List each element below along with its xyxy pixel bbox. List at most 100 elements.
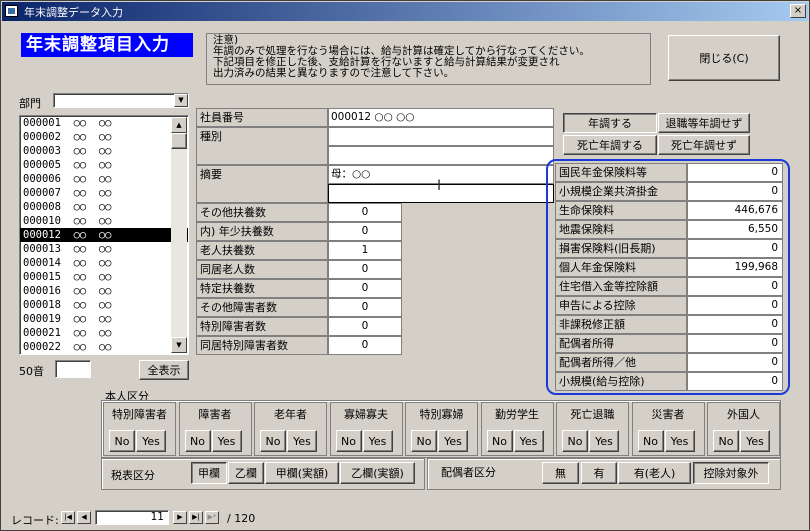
dependent-value[interactable]: 1: [328, 241, 402, 260]
last-record-icon[interactable]: ▶|: [189, 511, 203, 524]
no-button[interactable]: No: [335, 430, 362, 452]
no-button[interactable]: No: [486, 430, 513, 452]
dependent-label: その他扶養数: [196, 203, 328, 222]
deduction-value[interactable]: 0: [687, 315, 783, 334]
yes-button[interactable]: Yes: [438, 430, 468, 452]
employee-list-item[interactable]: 000022 ○○ ○○: [20, 340, 188, 354]
dependent-value[interactable]: 0: [328, 317, 402, 336]
spouse-option-button[interactable]: 無: [542, 462, 579, 484]
kana-input[interactable]: [55, 360, 91, 378]
close-button[interactable]: 閉じる(C): [668, 35, 780, 81]
dependent-value[interactable]: 0: [328, 203, 402, 222]
employee-list-item[interactable]: 000002 ○○ ○○: [20, 130, 188, 144]
deduction-value[interactable]: 0: [687, 353, 783, 372]
dependent-value[interactable]: 0: [328, 298, 402, 317]
no-button[interactable]: No: [637, 430, 664, 452]
employee-list-item[interactable]: 000013 ○○ ○○: [20, 242, 188, 256]
employee-list-item[interactable]: 000014 ○○ ○○: [20, 256, 188, 270]
death-adjust-label: 死亡年調する: [577, 138, 643, 152]
no-button[interactable]: No: [260, 430, 286, 452]
tax-option-button[interactable]: 乙欄(実額): [340, 462, 415, 484]
retire-no-adjust-label: 退職等年調せず: [665, 116, 743, 130]
deduction-value[interactable]: 0: [687, 277, 783, 296]
dependent-value[interactable]: 0: [328, 279, 402, 298]
list-scrollbar[interactable]: ▲ ▼: [171, 117, 187, 353]
personal-category-box: 老年者 No Yes: [254, 402, 327, 456]
title-bar: 年末調整データ入力 ×: [2, 2, 808, 21]
no-button[interactable]: No: [562, 430, 588, 452]
deduction-value[interactable]: 0: [687, 296, 783, 315]
employee-list-item[interactable]: 000019 ○○ ○○: [20, 312, 188, 326]
next-record-icon[interactable]: ▶: [173, 511, 187, 524]
employee-list-item[interactable]: 000018 ○○ ○○: [20, 298, 188, 312]
scroll-thumb[interactable]: [171, 133, 187, 149]
dependent-value[interactable]: 0: [328, 260, 402, 279]
record-number-input[interactable]: 11: [95, 510, 169, 525]
yes-button[interactable]: Yes: [664, 430, 695, 452]
close-button-label: 閉じる(C): [699, 51, 749, 65]
deduction-value[interactable]: 446,676: [687, 201, 783, 220]
tax-option-button[interactable]: 甲欄(実額): [265, 462, 339, 484]
personal-category-label: 勤労学生: [495, 408, 539, 421]
yes-button[interactable]: Yes: [287, 430, 317, 452]
employee-list-item[interactable]: 000005 ○○ ○○: [20, 158, 188, 172]
employee-list-item[interactable]: 000015 ○○ ○○: [20, 270, 188, 284]
employee-list[interactable]: 000001 ○○ ○○ 000002 ○○ ○○ 000003 ○○ ○○ 0000…: [19, 115, 189, 355]
yes-button[interactable]: Yes: [589, 430, 619, 452]
deduction-value[interactable]: 0: [687, 163, 783, 182]
window-close-button[interactable]: ×: [790, 4, 806, 18]
scroll-up-icon[interactable]: ▲: [171, 117, 187, 133]
yes-button[interactable]: Yes: [211, 430, 242, 452]
no-button[interactable]: No: [411, 430, 437, 452]
death-no-adjust-button[interactable]: 死亡年調せず: [658, 135, 750, 155]
employee-list-item[interactable]: 000003 ○○ ○○: [20, 144, 188, 158]
employee-no-field[interactable]: 000012 ○○ ○○: [328, 108, 554, 127]
chevron-down-icon[interactable]: ▼: [174, 94, 188, 107]
no-button[interactable]: No: [184, 430, 211, 452]
yes-button[interactable]: Yes: [362, 430, 393, 452]
deduction-value[interactable]: 0: [687, 372, 783, 391]
employee-list-item[interactable]: 000008 ○○ ○○: [20, 200, 188, 214]
yes-button[interactable]: Yes: [740, 430, 770, 452]
type-field-2[interactable]: [328, 146, 554, 165]
deduction-value[interactable]: 0: [687, 182, 783, 201]
dept-dropdown[interactable]: ▼: [53, 93, 189, 108]
employee-list-item[interactable]: 000007 ○○ ○○: [20, 186, 188, 200]
personal-category-box: 特別障害者 No Yes: [103, 402, 176, 456]
spouse-option-button[interactable]: 有: [581, 462, 617, 484]
personal-category-box: 勤労学生 No Yes: [480, 402, 554, 456]
yes-button[interactable]: Yes: [136, 430, 166, 452]
deduction-value[interactable]: 6,550: [687, 220, 783, 239]
personal-category-label: 死亡退職: [570, 408, 615, 421]
employee-list-item[interactable]: 000010 ○○ ○○: [20, 214, 188, 228]
employee-list-item[interactable]: 000001 ○○ ○○: [20, 116, 188, 130]
dependent-value[interactable]: 0: [328, 222, 402, 241]
deduction-value[interactable]: 0: [687, 239, 783, 258]
scroll-down-icon[interactable]: ▼: [171, 337, 187, 353]
new-record-icon[interactable]: ▶*: [205, 511, 219, 524]
type-field[interactable]: [328, 127, 554, 146]
death-adjust-button[interactable]: 死亡年調する: [563, 135, 657, 155]
spouse-option-button[interactable]: 控除対象外: [693, 462, 769, 484]
personal-category-box: 災害者 No Yes: [631, 402, 705, 456]
dependent-label: 内) 年少扶養数: [196, 222, 328, 241]
show-all-button[interactable]: 全表示: [139, 360, 189, 380]
tax-option-button[interactable]: 甲欄: [191, 462, 227, 484]
yes-button[interactable]: Yes: [513, 430, 544, 452]
page-title: 年末調整項目入力: [21, 33, 193, 57]
dependent-value[interactable]: 0: [328, 336, 402, 355]
employee-list-item[interactable]: 000006 ○○ ○○: [20, 172, 188, 186]
deduction-value[interactable]: 199,968: [687, 258, 783, 277]
first-record-icon[interactable]: |◀: [61, 511, 75, 524]
deduction-value[interactable]: 0: [687, 334, 783, 353]
no-button[interactable]: No: [713, 430, 739, 452]
prev-record-icon[interactable]: ◀: [77, 511, 91, 524]
tax-option-button[interactable]: 乙欄: [228, 462, 264, 484]
year-adjust-button[interactable]: 年調する: [563, 113, 657, 133]
no-button[interactable]: No: [109, 430, 135, 452]
employee-list-item[interactable]: 000012 ○○ ○○: [20, 228, 188, 242]
employee-list-item[interactable]: 000016 ○○ ○○: [20, 284, 188, 298]
spouse-option-button[interactable]: 有(老人): [618, 462, 691, 484]
employee-list-item[interactable]: 000021 ○○ ○○: [20, 326, 188, 340]
retire-no-adjust-button[interactable]: 退職等年調せず: [658, 113, 750, 133]
